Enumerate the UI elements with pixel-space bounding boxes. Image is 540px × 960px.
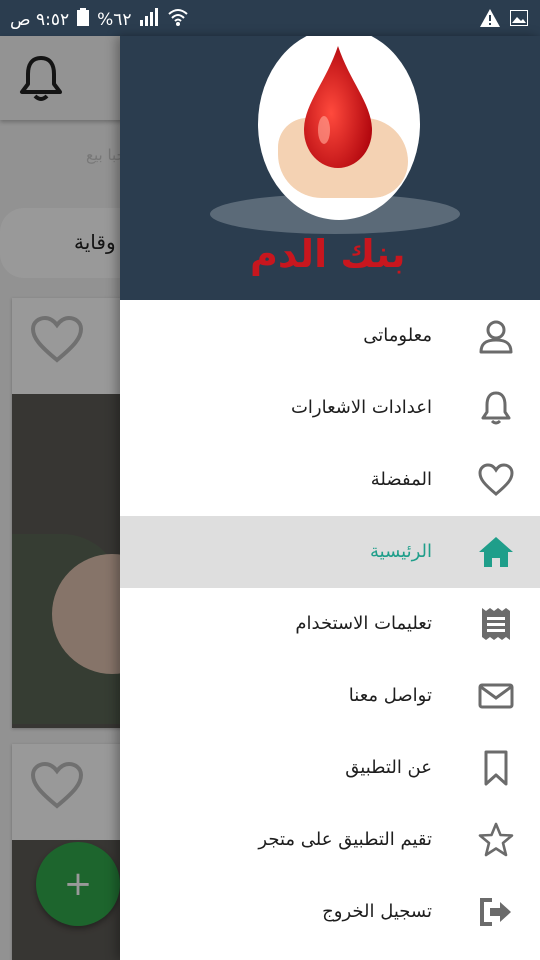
heart-icon [478,462,514,498]
drawer-header: بنك الدم [120,36,540,300]
bookmark-icon [478,750,514,786]
envelope-icon [478,678,514,714]
menu-item-contact-us[interactable]: تواصل معنا [120,660,540,732]
menu-item-label: المفضلة [370,469,432,490]
status-bar: ٩:٥٢ ص %٦٢ [0,0,540,36]
user-icon [478,318,514,354]
menu-item-usage-instructions[interactable]: تعليمات الاستخدام [120,588,540,660]
status-left: ٩:٥٢ ص %٦٢ [10,8,188,31]
battery-percent: %٦٢ [97,9,132,30]
menu-item-label: عن التطبيق [345,757,432,778]
menu-item-label: تسجيل الخروج [322,901,432,922]
drawer-menu: معلوماتى اعدادات الاشعارات المفضلة الرئي… [120,300,540,948]
menu-item-label: تقيم التطبيق على متجر [258,829,432,850]
blood-drop-icon [304,46,372,168]
menu-item-label: الرئيسية [370,541,432,562]
battery-icon [77,8,90,31]
menu-item-notification-settings[interactable]: اعدادات الاشعارات [120,372,540,444]
menu-item-favorites[interactable]: المفضلة [120,444,540,516]
menu-item-label: تواصل معنا [348,685,432,706]
app-logo-text: بنك الدم [250,232,406,276]
star-icon [478,822,514,858]
image-icon [509,9,529,31]
menu-item-profile[interactable]: معلوماتى [120,300,540,372]
wifi-icon [167,8,188,31]
menu-item-about[interactable]: عن التطبيق [120,732,540,804]
menu-item-rate-app[interactable]: تقيم التطبيق على متجر [120,804,540,876]
menu-item-label: معلوماتى [363,325,432,346]
logout-icon [478,894,514,930]
menu-item-logout[interactable]: تسجيل الخروج [120,876,540,948]
navigation-drawer: بنك الدم معلوماتى اعدادات الاشعارات المف… [120,36,540,960]
status-time: ٩:٥٢ ص [10,9,70,30]
status-right [480,9,529,32]
menu-item-home[interactable]: الرئيسية [120,516,540,588]
signal-icon [139,8,160,31]
menu-item-label: تعليمات الاستخدام [295,613,432,634]
home-icon [478,534,514,570]
warning-icon [480,9,500,32]
menu-item-label: اعدادات الاشعارات [290,397,432,418]
receipt-icon [478,606,514,642]
bell-icon [478,390,514,426]
